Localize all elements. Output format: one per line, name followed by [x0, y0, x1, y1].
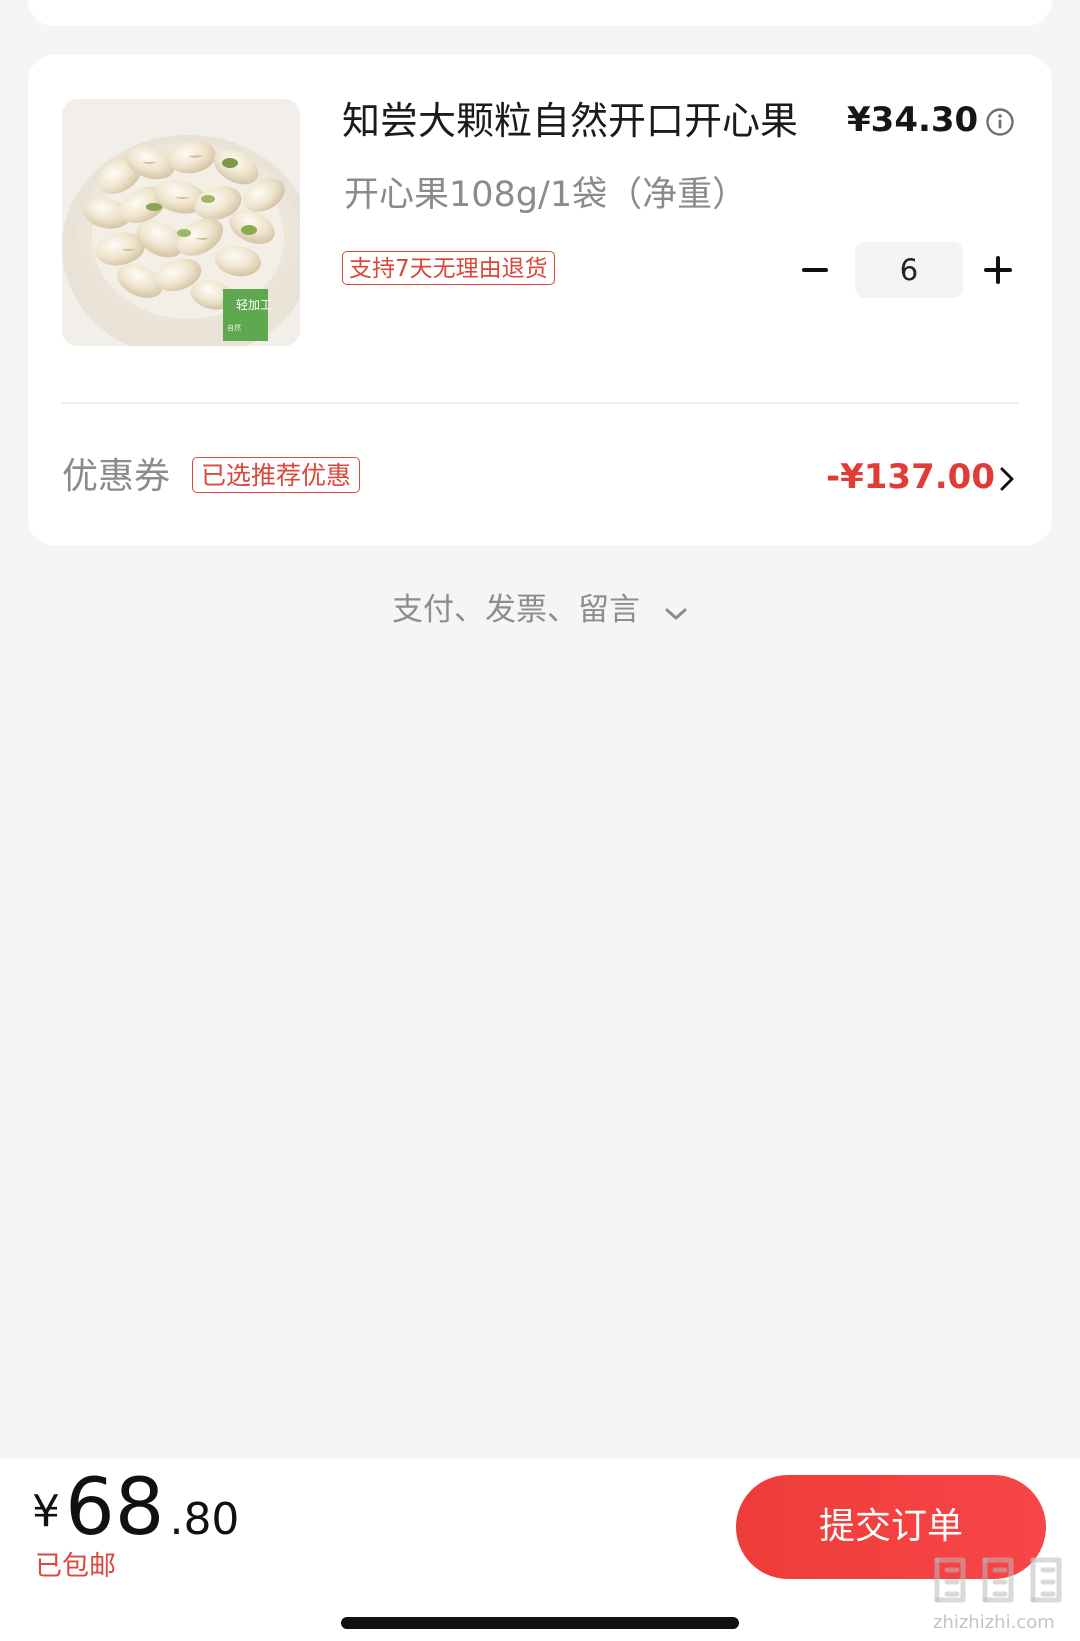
top-card-edge	[28, 0, 1052, 26]
plus-icon[interactable]	[980, 252, 1016, 288]
svg-text:自然: 自然	[227, 323, 241, 332]
watermark-logo	[929, 1550, 1075, 1610]
total-integer: 68	[65, 1463, 165, 1553]
product-spec: 开心果108g/1袋（净重）	[344, 175, 748, 215]
total-decimal: .80	[169, 1494, 240, 1545]
total-currency: ¥	[32, 1486, 60, 1537]
order-summary-card: 轻加工 自然 知尝大颗粒自然开口开心果 ¥34.30 开心果108g/1袋（净重…	[28, 55, 1052, 545]
return-policy-badge: 支持7天无理由退货	[342, 251, 555, 285]
chevron-down-icon[interactable]	[662, 605, 690, 623]
shipping-status: 已包邮	[35, 1551, 116, 1582]
minus-icon[interactable]	[798, 253, 832, 287]
product-price: ¥34.30	[847, 100, 979, 140]
card-divider	[62, 402, 1018, 404]
info-icon[interactable]	[985, 107, 1015, 137]
coupon-label: 优惠券	[62, 456, 171, 497]
quantity-value[interactable]: 6	[855, 242, 963, 298]
watermark-text: zhizhizhi.com	[933, 1612, 1055, 1633]
product-image[interactable]: 轻加工 自然	[62, 99, 300, 346]
coupon-tag: 已选推荐优惠	[192, 457, 361, 493]
chevron-right-icon[interactable]	[996, 465, 1018, 493]
home-indicator	[341, 1617, 739, 1629]
total-price: ¥ 68 .80	[32, 1463, 239, 1553]
pistachio-image-illustration: 轻加工 自然	[62, 99, 300, 346]
image-badge-text: 轻加工	[236, 298, 272, 312]
payment-invoice-message-toggle[interactable]: 支付、发票、留言	[392, 588, 640, 632]
product-title: 知尝大颗粒自然开口开心果	[342, 99, 799, 143]
coupon-amount[interactable]: -¥137.00	[826, 457, 995, 497]
